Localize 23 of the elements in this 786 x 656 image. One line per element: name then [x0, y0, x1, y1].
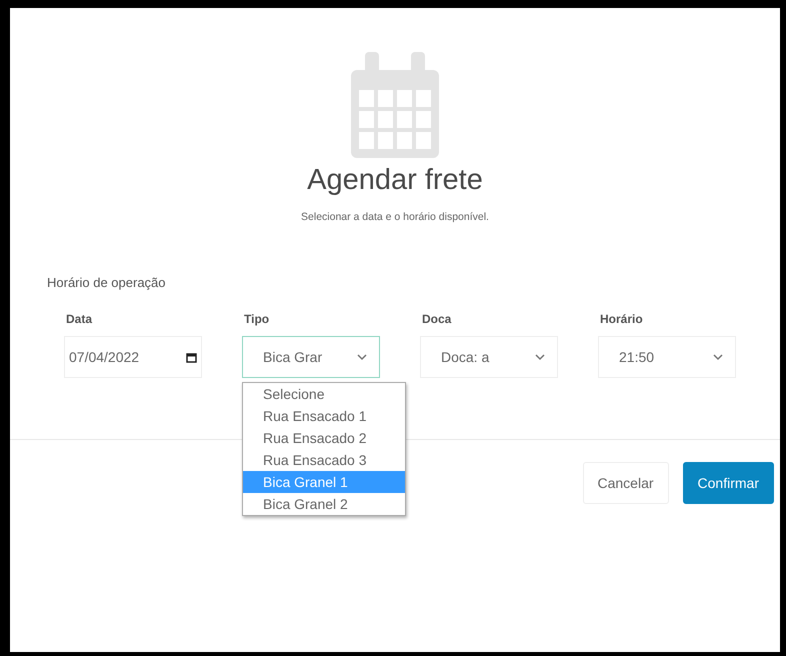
dropdown-option[interactable]: Rua Ensacado 2 — [243, 427, 405, 449]
chevron-down-icon — [713, 354, 723, 360]
dropdown-option[interactable]: Rua Ensacado 3 — [243, 449, 405, 471]
select-field[interactable]: Bica Grar — [242, 336, 380, 378]
dropdown-option[interactable]: Rua Ensacado 1 — [243, 405, 405, 427]
select-field[interactable]: 21:50 — [598, 336, 736, 378]
chevron-down-icon — [535, 354, 545, 360]
calendar-icon — [186, 352, 197, 362]
dropdown-option[interactable]: Bica Granel 2 — [243, 493, 405, 515]
dialog-subtitle: Selecionar a data e o horário disponível. — [301, 211, 489, 223]
chevron-down-icon — [357, 354, 367, 360]
field-label: Tipo — [244, 312, 270, 326]
field-label: Doca — [422, 312, 452, 326]
select-field[interactable]: Doca: a — [420, 336, 558, 378]
dropdown-option[interactable]: Bica Granel 1 — [243, 471, 405, 493]
date-field[interactable]: 07/04/2022 — [64, 336, 202, 378]
section-label: Horário de operação — [47, 275, 166, 290]
confirm-button[interactable]: Confirmar — [682, 462, 774, 504]
dropdown-option[interactable]: Selecione — [243, 383, 405, 405]
field-label: Data — [66, 312, 92, 326]
field-label: Horário — [600, 312, 643, 326]
cancel-button[interactable]: Cancelar — [582, 462, 669, 504]
dialog-title: Agendar frete — [307, 164, 483, 197]
